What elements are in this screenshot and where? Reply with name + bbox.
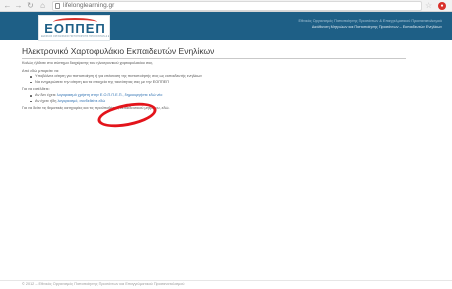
- home-button[interactable]: ⌂: [38, 1, 47, 11]
- create-account-link[interactable]: δημιουργήστε εδώ νέο: [125, 93, 163, 97]
- list-item-existing-account: Αν έχετε ήδη λογαριασμό, συνδεθείτε εδώ: [30, 99, 422, 105]
- existing-account-prefix: Αν έχετε ήδη: [35, 98, 57, 103]
- logo-subtitle: ΕΘΝΙΚΟΣ ΟΡΓΑΝΙΣΜΟΣ ΠΙΣΤΟΠΟΙΗΣΗΣ ΠΡΟΣΟΝΤΩ…: [41, 35, 109, 38]
- title-divider: [22, 58, 406, 59]
- page-title: Ηλεκτρονικό Χαρτοφυλάκιο Εκπαιδευτών Ενη…: [22, 46, 215, 56]
- new-account-prefix: Αν δεν έχετε: [35, 92, 56, 97]
- footer-copyright: © 2012 – Εθνικός Οργανισμός Πιστοποίησης…: [22, 282, 185, 286]
- list-item: Να ενημερώσετε την αίτηση και τα στοιχεί…: [30, 80, 422, 86]
- home-icon: ⌂: [40, 1, 45, 10]
- forward-button[interactable]: →: [14, 1, 23, 11]
- header-titles: Εθνικός Οργανισμός Πιστοποίησης Προσόντω…: [242, 18, 442, 30]
- reload-button[interactable]: ↻: [26, 1, 35, 11]
- main-content: Ηλεκτρονικό Χαρτοφυλάκιο Εκπαιδευτών Ενη…: [22, 46, 422, 112]
- browser-toolbar: ← → ↻ ⌂ lifelonglearning.gr ☆ ●: [0, 0, 452, 12]
- help-text[interactable]: Για να δείτε τις θεματικές κατηγορίες κα…: [22, 106, 422, 112]
- arrow-right-icon: →: [14, 1, 23, 10]
- enter-list: Αν δεν έχετε λογαριασμό χρήστη στην Ε.Ο.…: [22, 93, 422, 104]
- department-name: Διεύθυνση Μητρώων και Πιστοποίησης Προσό…: [311, 25, 442, 29]
- reload-icon: ↻: [27, 1, 34, 10]
- page-icon: [55, 3, 60, 9]
- can-do-list: Υποβάλετε αίτηση για πιστοποίηση ή για ε…: [22, 74, 422, 85]
- site-header: ΕΟΠΠΕΠ ΕΘΝΙΚΟΣ ΟΡΓΑΝΙΣΜΟΣ ΠΙΣΤΟΠΟΙΗΣΗΣ Π…: [0, 12, 452, 41]
- new-account-text: λογαριασμό χρήστη στην Ε.Ο.Π.Π.Ε.Π.,: [55, 92, 125, 97]
- arrow-left-icon: ←: [3, 1, 12, 10]
- bookmark-star-icon[interactable]: ☆: [425, 1, 432, 11]
- back-button[interactable]: ←: [3, 1, 12, 11]
- address-bar[interactable]: lifelonglearning.gr: [52, 1, 422, 11]
- extension-icon[interactable]: ●: [438, 2, 446, 10]
- site-logo[interactable]: ΕΟΠΠΕΠ ΕΘΝΙΚΟΣ ΟΡΓΑΝΙΣΜΟΣ ΠΙΣΤΟΠΟΙΗΣΗΣ Π…: [38, 15, 110, 41]
- address-text: lifelonglearning.gr: [63, 2, 115, 9]
- login-link[interactable]: λογαριασμό, συνδεθείτε εδώ: [56, 99, 105, 103]
- logo-text: ΕΟΠΠΕΠ: [44, 21, 106, 36]
